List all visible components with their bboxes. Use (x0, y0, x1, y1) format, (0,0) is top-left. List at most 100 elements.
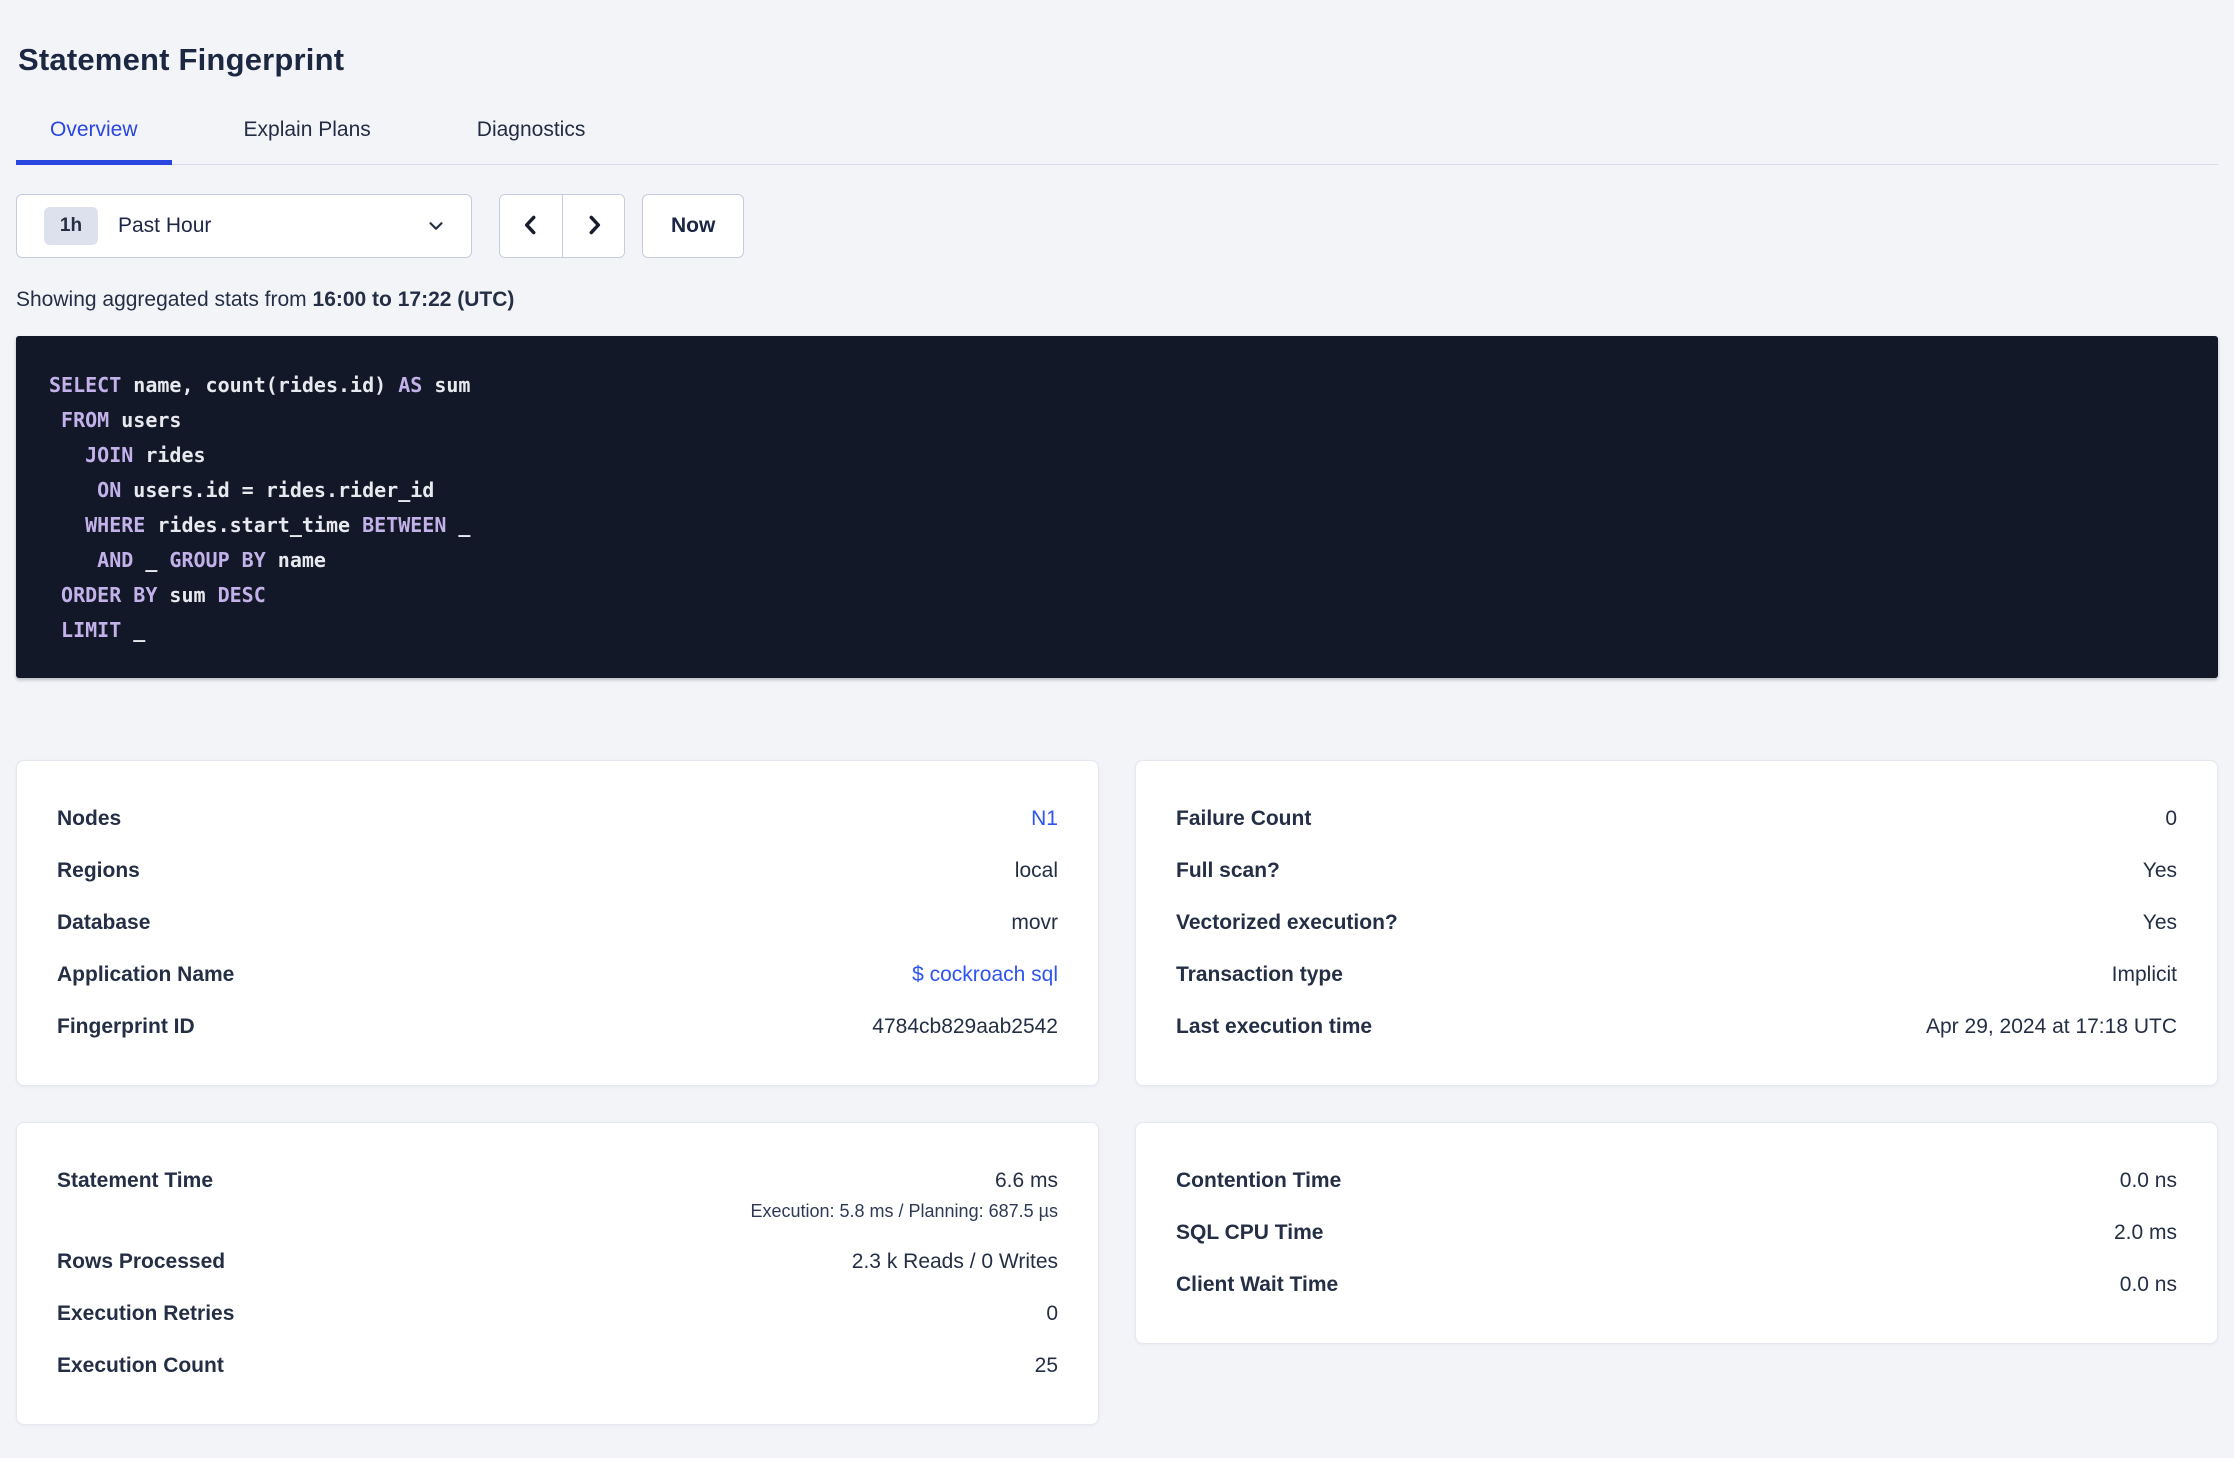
row-value: movr (1011, 911, 1058, 934)
row-value: 0 (1046, 1302, 1058, 1325)
chevron-right-icon (581, 212, 607, 241)
row-value-link[interactable]: $ cockroach sql (912, 963, 1058, 987)
execution-attributes-card: Failure Count 0 Full scan? Yes Vectorized ex… (1135, 760, 2218, 1086)
row-value-block: 2.0 ms (2114, 1221, 2177, 1245)
row-value-link[interactable]: N1 (1031, 807, 1058, 831)
contention-timing-card: Contention Time 0.0 ns SQL CPU Time 2.0 ms C… (1135, 1122, 2218, 1344)
now-button[interactable]: Now (642, 194, 745, 258)
sql-line: SELECT name, count(rides.id) AS sum (49, 373, 471, 397)
row-value: 0 (2165, 807, 2177, 830)
stats-caption: Showing aggregated stats from 16:00 to 1… (16, 288, 2218, 312)
row-value-block: movr (1011, 911, 1058, 935)
row-value-block: Yes (2143, 859, 2177, 883)
row-value-block: N1 (1031, 807, 1058, 831)
card-row: Execution Count 25 (57, 1354, 1058, 1378)
row-value: Yes (2142, 911, 2177, 934)
next-interval-button[interactable] (562, 195, 624, 257)
row-value: 25 (1034, 1354, 1058, 1377)
sql-line: FROM users (61, 408, 182, 432)
sql-line: WHERE rides.start_time BETWEEN _ (85, 513, 471, 537)
row-value: 0.0 ns (2119, 1169, 2177, 1192)
row-label: Vectorized execution? (1176, 911, 1398, 934)
card-row: Failure Count 0 (1176, 807, 2177, 831)
card-row: Database movr (57, 911, 1058, 935)
row-label: Regions (57, 859, 140, 882)
row-value: 2.3 k Reads / 0 Writes (851, 1250, 1058, 1273)
card-row: Application Name $ cockroach sql (57, 963, 1058, 987)
row-label: Fingerprint ID (57, 1015, 195, 1038)
row-value: 4784cb829aab2542 (872, 1015, 1058, 1038)
card-row: Rows Processed 2.3 k Reads / 0 Writes (57, 1250, 1058, 1274)
row-value-block: 0 (2165, 807, 2177, 831)
row-value-block: 0.0 ns (2120, 1169, 2177, 1193)
card-row: Client Wait Time 0.0 ns (1176, 1273, 2177, 1297)
row-value-block: 0 (1046, 1302, 1058, 1326)
row-subvalue: Execution: 5.8 ms / Planning: 687.5 µs (750, 1201, 1058, 1221)
row-label: Rows Processed (57, 1250, 226, 1273)
row-value: 0.0 ns (2119, 1273, 2177, 1296)
stats-caption-range: 16:00 to 17:22 (UTC) (312, 288, 515, 311)
row-label: Database (57, 911, 151, 934)
row-value-block: 0.0 ns (2120, 1273, 2177, 1297)
row-value-block: Yes (2143, 911, 2177, 935)
row-value-block: $ cockroach sql (912, 963, 1058, 987)
time-range-dropdown[interactable]: 1h Past Hour (16, 194, 472, 258)
sql-line: JOIN rides (85, 443, 206, 467)
row-value: Yes (2142, 859, 2177, 882)
page-title: Statement Fingerprint (18, 42, 345, 77)
row-value-block: Implicit (2112, 963, 2177, 987)
card-row: Nodes N1 (57, 807, 1058, 831)
card-row: Transaction type Implicit (1176, 963, 2177, 987)
row-value: local (1014, 859, 1058, 882)
card-row: Vectorized execution? Yes (1176, 911, 2177, 935)
card-row: Statement Time 6.6 ms Execution: 5.8 ms / … (57, 1169, 1058, 1222)
row-label: Statement Time (57, 1169, 213, 1192)
card-row: Full scan? Yes (1176, 859, 2177, 883)
row-value-block: 2.3 k Reads / 0 Writes (852, 1250, 1058, 1274)
row-label: Nodes (57, 807, 122, 830)
statement-details-card: Nodes N1 Regions local Database movr Applicati… (16, 760, 1099, 1086)
row-label: Execution Retries (57, 1302, 235, 1325)
row-label: Client Wait Time (1176, 1273, 1339, 1296)
statement-sql-box: SELECT name, count(rides.id) AS sum FROM… (16, 336, 2218, 678)
tab-overview[interactable]: Overview (16, 104, 172, 165)
row-label: Full scan? (1176, 859, 1280, 882)
time-picker-row: 1h Past Hour Now (16, 194, 2218, 258)
row-value-block: 6.6 ms Execution: 5.8 ms / Planning: 687.… (750, 1169, 1058, 1222)
page-content: Statement Fingerprint Overview Explain Pl… (0, 42, 2234, 1425)
time-interval-pager (499, 194, 625, 258)
row-value-block: 4784cb829aab2542 (872, 1015, 1058, 1039)
card-row: Contention Time 0.0 ns (1176, 1169, 2177, 1193)
row-label: Contention Time (1176, 1169, 1342, 1192)
row-label: Last execution time (1176, 1015, 1373, 1038)
row-value-block: Apr 29, 2024 at 17:18 UTC (1926, 1015, 2177, 1039)
row-value: 6.6 ms (994, 1169, 1058, 1192)
card-row: Last execution time Apr 29, 2024 at 17:18… (1176, 1015, 2177, 1039)
row-value: 2.0 ms (2113, 1221, 2177, 1244)
tab-diagnostics[interactable]: Diagnostics (443, 104, 620, 165)
previous-interval-button[interactable] (500, 195, 562, 257)
card-row: Regions local (57, 859, 1058, 883)
row-label: Execution Count (57, 1354, 224, 1377)
time-range-badge: 1h (44, 207, 98, 245)
sql-line: ORDER BY sum DESC (61, 583, 266, 607)
card-row: SQL CPU Time 2.0 ms (1176, 1221, 2177, 1245)
card-row: Execution Retries 0 (57, 1302, 1058, 1326)
row-value: Implicit (2111, 963, 2177, 986)
tab-explain-plans[interactable]: Explain Plans (210, 104, 405, 165)
row-value-block: 25 (1035, 1354, 1058, 1378)
card-row: Fingerprint ID 4784cb829aab2542 (57, 1015, 1058, 1039)
time-range-label: Past Hour (118, 214, 212, 237)
sql-line: ON users.id = rides.rider_id (97, 478, 435, 502)
sql-line: LIMIT _ (61, 618, 146, 642)
statement-timing-card: Statement Time 6.6 ms Execution: 5.8 ms / … (16, 1122, 1099, 1425)
chevron-down-icon (425, 215, 447, 237)
row-label: SQL CPU Time (1176, 1221, 1324, 1244)
row-label: Application Name (57, 963, 235, 986)
cards-grid: Nodes N1 Regions local Database movr Applicati… (16, 760, 2218, 1425)
row-value: Apr 29, 2024 at 17:18 UTC (1926, 1015, 2177, 1038)
stats-caption-prefix: Showing aggregated stats from (16, 288, 313, 311)
row-value-block: local (1015, 859, 1058, 883)
sql-line: AND _ GROUP BY name (97, 548, 326, 572)
chevron-left-icon (518, 212, 544, 241)
